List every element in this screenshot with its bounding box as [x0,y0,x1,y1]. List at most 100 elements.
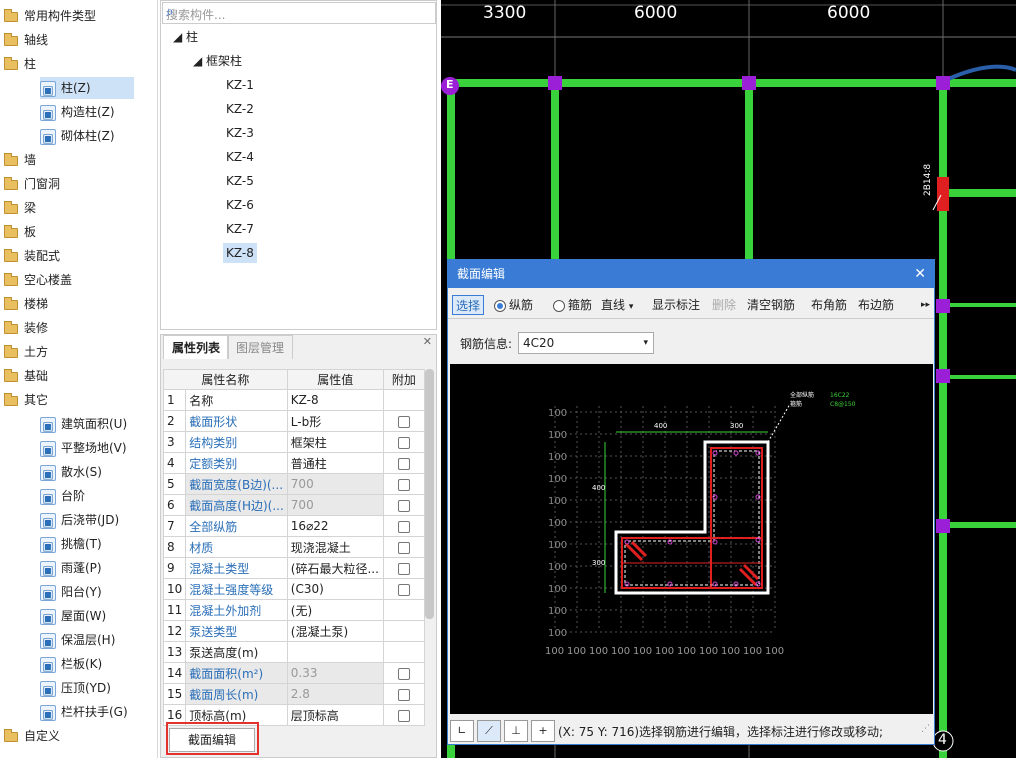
more-icon[interactable]: ▸▸ [921,295,930,315]
tree-item[interactable]: 自定义 [4,725,60,747]
tree-item[interactable]: ▣ 栏板(K) [40,653,102,675]
property-value[interactable]: (碎石最大粒径... [286,557,384,579]
property-extra[interactable] [382,410,426,432]
tree-item[interactable]: ▣ 构造柱(Z) [40,101,115,123]
delete-button[interactable]: 删除 [712,295,736,315]
tree-item[interactable]: ▣ 建筑面积(U) [40,413,127,435]
show-dimension-button[interactable]: 显示标注 [652,295,700,315]
property-value[interactable]: (C30) [286,578,384,600]
component-item[interactable]: KZ-7 [223,219,257,239]
property-extra[interactable] [382,557,426,579]
table-row[interactable]: 3 结构类别 框架柱 [162,431,426,453]
tree-item[interactable]: ▣ 阳台(Y) [40,581,102,603]
stirrup-radio[interactable]: 箍筋 [553,295,592,315]
checkbox-icon[interactable] [397,499,410,512]
checkbox-icon[interactable] [397,520,410,533]
tab-layer-management[interactable]: 图层管理 [227,335,294,359]
property-value[interactable]: 普通柱 [286,452,384,474]
property-value[interactable]: 700 [286,494,384,516]
property-value[interactable]: 16⌀22 [286,515,384,537]
close-icon[interactable]: ✕ [914,260,926,288]
checkbox-icon[interactable] [397,436,410,449]
close-icon[interactable]: ✕ [423,335,432,348]
tree-item[interactable]: ▣ 保温层(H) [40,629,115,651]
tree-node-column[interactable]: ◢ 柱 [173,27,198,47]
search-input[interactable]: 搜索构件... ⌕ [162,2,436,24]
property-extra[interactable] [382,620,426,642]
property-extra[interactable] [382,704,426,726]
properties-scrollbar[interactable] [425,369,434,619]
tree-item[interactable]: ▣ 平整场地(V) [40,437,127,459]
table-row[interactable]: 7 全部纵筋 16⌀22 [162,515,426,537]
property-extra[interactable] [382,683,426,705]
tree-item[interactable]: 轴线 [4,29,48,51]
tree-item[interactable]: ▣ 压顶(YD) [40,677,111,699]
tree-item[interactable]: ▣ 雨蓬(P) [40,557,102,579]
property-extra[interactable] [382,515,426,537]
search-icon[interactable]: ⌕ [166,4,431,20]
tree-item[interactable]: 楼梯 [4,293,48,315]
tab-attribute-list[interactable]: 属性列表 [163,335,230,359]
tree-item[interactable]: 其它 [4,389,48,411]
ortho-snap-icon[interactable]: ∟ [450,720,474,742]
property-value[interactable]: 框架柱 [286,431,384,453]
table-row[interactable]: 5 截面宽度(B边)(... 700 [162,473,426,495]
clear-rebar-button[interactable]: 清空钢筋 [747,295,795,315]
property-value[interactable]: 0.33 [286,662,384,684]
dimension-snap-icon[interactable]: + [531,720,555,742]
tree-item[interactable]: 空心楼盖 [4,269,72,291]
longitudinal-radio[interactable]: 纵筋 [494,295,533,315]
table-row[interactable]: 12 泵送类型 (混凝土泵) [162,620,426,642]
table-row[interactable]: 1 名称 KZ-8 [162,389,426,411]
select-button[interactable]: 选择 [452,295,485,315]
component-item[interactable]: KZ-3 [223,123,257,143]
table-row[interactable]: 15 截面周长(m) 2.8 [162,683,426,705]
component-item[interactable]: KZ-5 [223,171,257,191]
property-value[interactable]: (无) [286,599,384,621]
resize-grip-icon[interactable]: ⋰ [921,724,930,734]
perpendicular-snap-icon[interactable]: ⊥ [504,720,528,742]
checkbox-icon[interactable] [397,688,410,701]
component-item[interactable]: KZ-6 [223,195,257,215]
table-row[interactable]: 13 泵送高度(m) [162,641,426,663]
tree-item[interactable]: ▣ 后浇带(JD) [40,509,119,531]
checkbox-icon[interactable] [397,583,410,596]
table-row[interactable]: 14 截面面积(m²) 0.33 [162,662,426,684]
line-snap-icon[interactable]: ⟋ [477,720,501,742]
component-item[interactable]: KZ-1 [223,75,257,95]
component-item[interactable]: KZ-8 [223,243,257,263]
tree-item[interactable]: ▣ 台阶 [40,485,85,507]
tree-node-frame-column[interactable]: ◢ 框架柱 [193,51,242,71]
tree-item[interactable]: 基础 [4,365,48,387]
property-value[interactable]: 2.8 [286,683,384,705]
table-row[interactable]: 4 定额类别 普通柱 [162,452,426,474]
component-item[interactable]: KZ-2 [223,99,257,119]
tree-item[interactable]: 土方 [4,341,48,363]
tree-item[interactable]: 门窗洞 [4,173,60,195]
tree-item[interactable]: 装修 [4,317,48,339]
property-value[interactable] [286,641,384,663]
checkbox-icon[interactable] [397,709,410,722]
checkbox-icon[interactable] [397,415,410,428]
checkbox-icon[interactable] [397,457,410,470]
tree-item[interactable]: 装配式 [4,245,60,267]
checkbox-icon[interactable] [397,667,410,680]
property-extra[interactable] [382,389,426,411]
component-item[interactable]: KZ-4 [223,147,257,167]
property-extra[interactable] [382,578,426,600]
property-extra[interactable] [382,431,426,453]
table-row[interactable]: 8 材质 现浇混凝土 [162,536,426,558]
tree-item[interactable]: 板 [4,221,36,243]
edge-rebar-button[interactable]: 布边筋 [858,295,894,315]
property-value[interactable]: (混凝土泵) [286,620,384,642]
section-canvas[interactable]: 100 100 100 100 100 100 100 100 100 100 100 100 100 1… [450,364,933,714]
table-row[interactable]: 2 截面形状 L-b形 [162,410,426,432]
tree-item[interactable]: 常用构件类型 [4,5,96,27]
property-value[interactable]: 700 [286,473,384,495]
property-value[interactable]: 层顶标高 [286,704,384,726]
tree-item[interactable]: ▣ 散水(S) [40,461,102,483]
tree-item[interactable]: 墙 [4,149,36,171]
line-mode-dropdown[interactable]: 直线 ▾ [601,295,633,315]
checkbox-icon[interactable] [397,562,410,575]
table-row[interactable]: 6 截面高度(H边)(... 700 [162,494,426,516]
